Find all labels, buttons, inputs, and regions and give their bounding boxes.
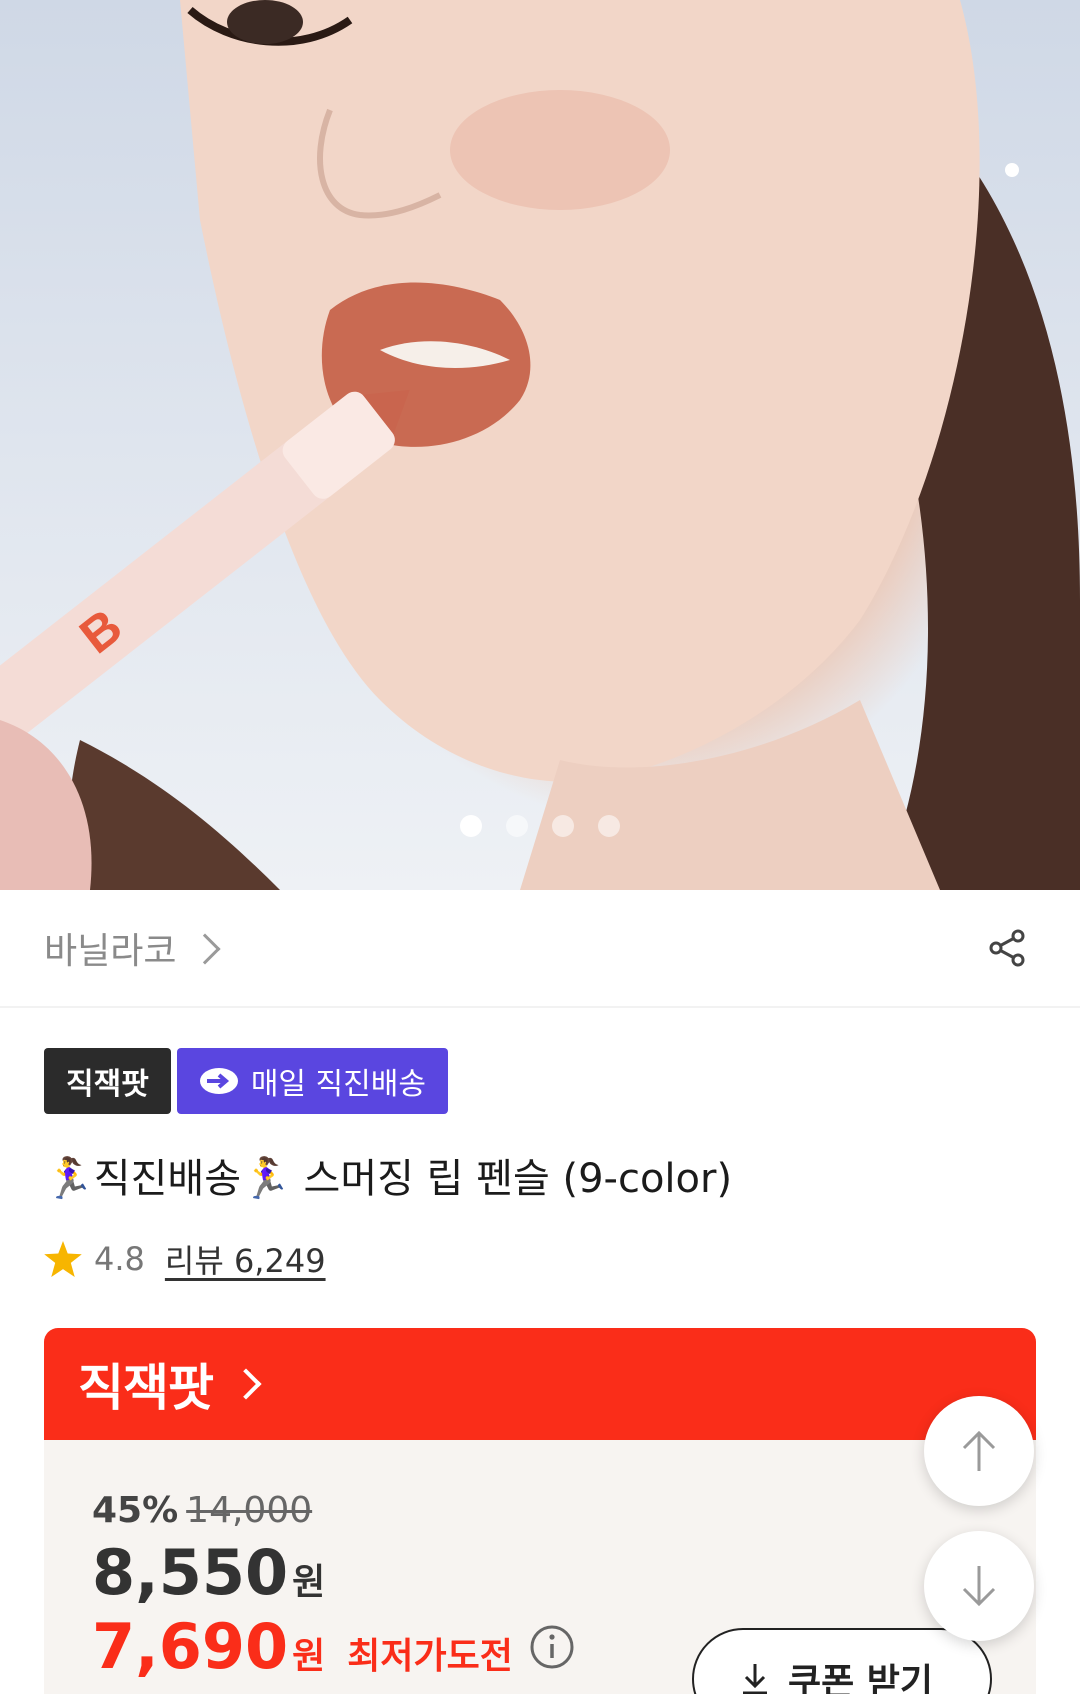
review-link[interactable]: 리뷰 6,249 [165,1236,326,1282]
badge-row: 직잭팟 매일 직진배송 [44,1048,448,1114]
carousel-dot-3[interactable] [552,815,574,837]
download-icon [743,1664,767,1694]
chevron-right-icon [230,1368,262,1400]
deal-header-title: 직잭팟 [78,1359,214,1417]
carousel-dot-2[interactable] [506,815,528,837]
best-price: 7,690 [92,1610,289,1683]
delivery-badge: 매일 직진배송 [176,1048,448,1114]
coupon-button-label: 쿠폰 받기 [788,1662,934,1694]
sale-price: 8,550 [92,1536,289,1609]
carousel-dot-1[interactable] [460,815,482,837]
deal-card: 직잭팟 45% 14,000 8,550 원 7,690 원 최저가도전 쿠폰 … [44,1328,1036,1694]
discount-line: 45% 14,000 [92,1490,312,1531]
best-price-line: 7,690 원 최저가도전 [92,1610,575,1683]
rating-value: 4.8 [94,1240,145,1278]
arrow-down-icon [962,1566,996,1607]
scroll-down-button[interactable] [924,1531,1034,1641]
carousel-indicator [0,815,1080,837]
star-icon [44,1241,82,1277]
deal-header-link[interactable]: 직잭팟 [44,1328,1036,1440]
brand-name: 바닐라코 [44,931,177,972]
rating-row: 4.8 리뷰 6,249 [44,1236,326,1282]
chevron-right-icon [189,933,222,965]
brand-row: 바닐라코 [0,890,1080,1008]
discount-rate: 45% [92,1490,179,1531]
delivery-arrow-icon [199,1068,238,1094]
info-icon[interactable] [529,1624,575,1670]
product-title: 🏃‍♀️직진배송🏃‍♀️ 스머징 립 펜슬 (9-color) [44,1156,733,1202]
deal-badge: 직잭팟 [44,1048,171,1114]
coupon-download-button[interactable]: 쿠폰 받기 [692,1628,992,1694]
model-photo: B [0,0,1080,890]
best-price-label: 최저가도전 [347,1636,513,1677]
currency-unit: 원 [292,1562,326,1603]
product-image-carousel[interactable]: B [0,0,1080,890]
scroll-up-button[interactable] [924,1396,1034,1506]
original-price: 14,000 [186,1490,313,1531]
arrow-up-icon [962,1430,996,1471]
brand-link[interactable]: 바닐라코 [44,922,222,974]
share-button[interactable] [980,920,1036,976]
share-icon [989,929,1025,967]
product-detail-page: B 바닐라코 직잭팟 [0,0,1080,1694]
delivery-badge-label: 매일 직진배송 [250,1067,426,1102]
sale-price-line: 8,550 원 [92,1536,325,1609]
currency-unit: 원 [292,1636,326,1677]
carousel-dot-4[interactable] [598,815,620,837]
